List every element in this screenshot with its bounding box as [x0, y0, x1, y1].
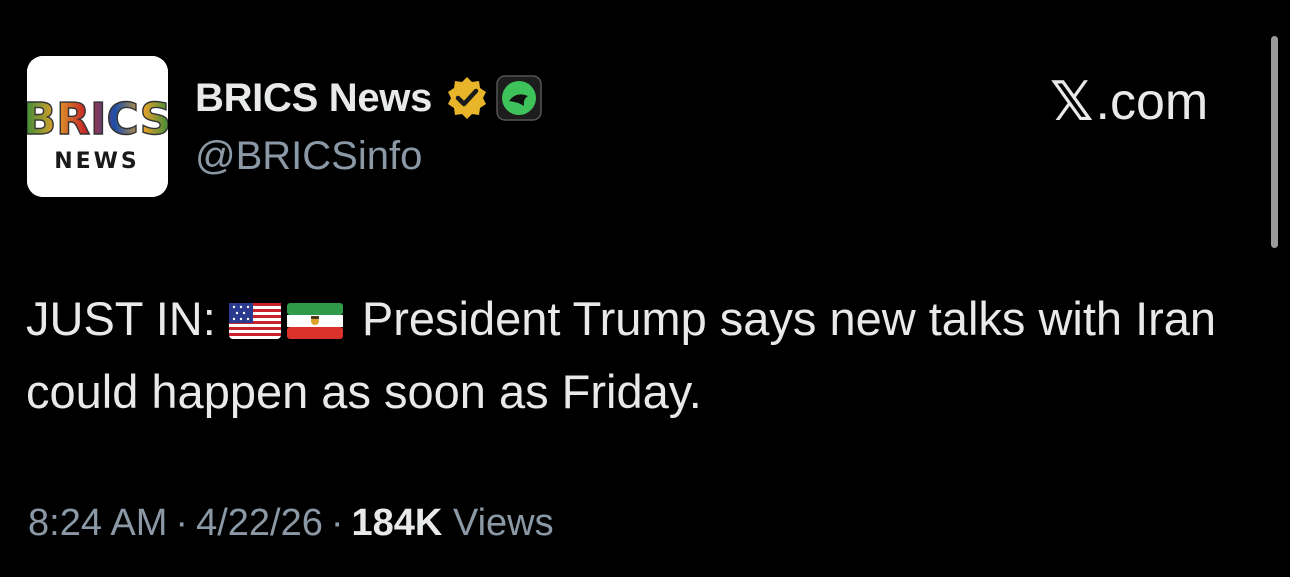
logo-brics-text: BRICS: [27, 94, 168, 145]
tweet-date[interactable]: 4/22/26: [196, 502, 323, 544]
views-label: Views: [452, 502, 554, 544]
brics-news-logo: BRICS NEWS: [27, 56, 168, 197]
x-logo-icon: 𝕏: [1050, 70, 1094, 133]
tweet-prefix: JUST IN:: [26, 292, 216, 345]
us-flag-icon: [228, 303, 281, 339]
separator: ·: [175, 502, 189, 544]
scrollbar[interactable]: [1271, 36, 1278, 248]
tweet-meta: 8:24 AM · 4/22/26 · 184K Views: [28, 502, 554, 545]
avatar[interactable]: BRICS NEWS: [27, 56, 168, 197]
affiliate-badge-icon[interactable]: [496, 75, 542, 121]
account-handle[interactable]: @BRICSinfo: [195, 134, 422, 179]
x-com-watermark: 𝕏 .com: [1050, 70, 1208, 133]
verified-badge-icon: [444, 75, 490, 121]
tweet-time[interactable]: 8:24 AM: [28, 502, 167, 544]
logo-news-text: NEWS: [54, 149, 140, 174]
name-row: BRICS News: [195, 70, 542, 126]
views-count[interactable]: 184K: [352, 502, 443, 544]
account-name[interactable]: BRICS News: [195, 76, 432, 121]
separator: ·: [330, 502, 344, 544]
tweet-text: JUST IN: President Trump says new talks …: [26, 282, 1266, 428]
brand-suffix: .com: [1095, 72, 1209, 131]
iran-flag-icon: [286, 303, 343, 339]
